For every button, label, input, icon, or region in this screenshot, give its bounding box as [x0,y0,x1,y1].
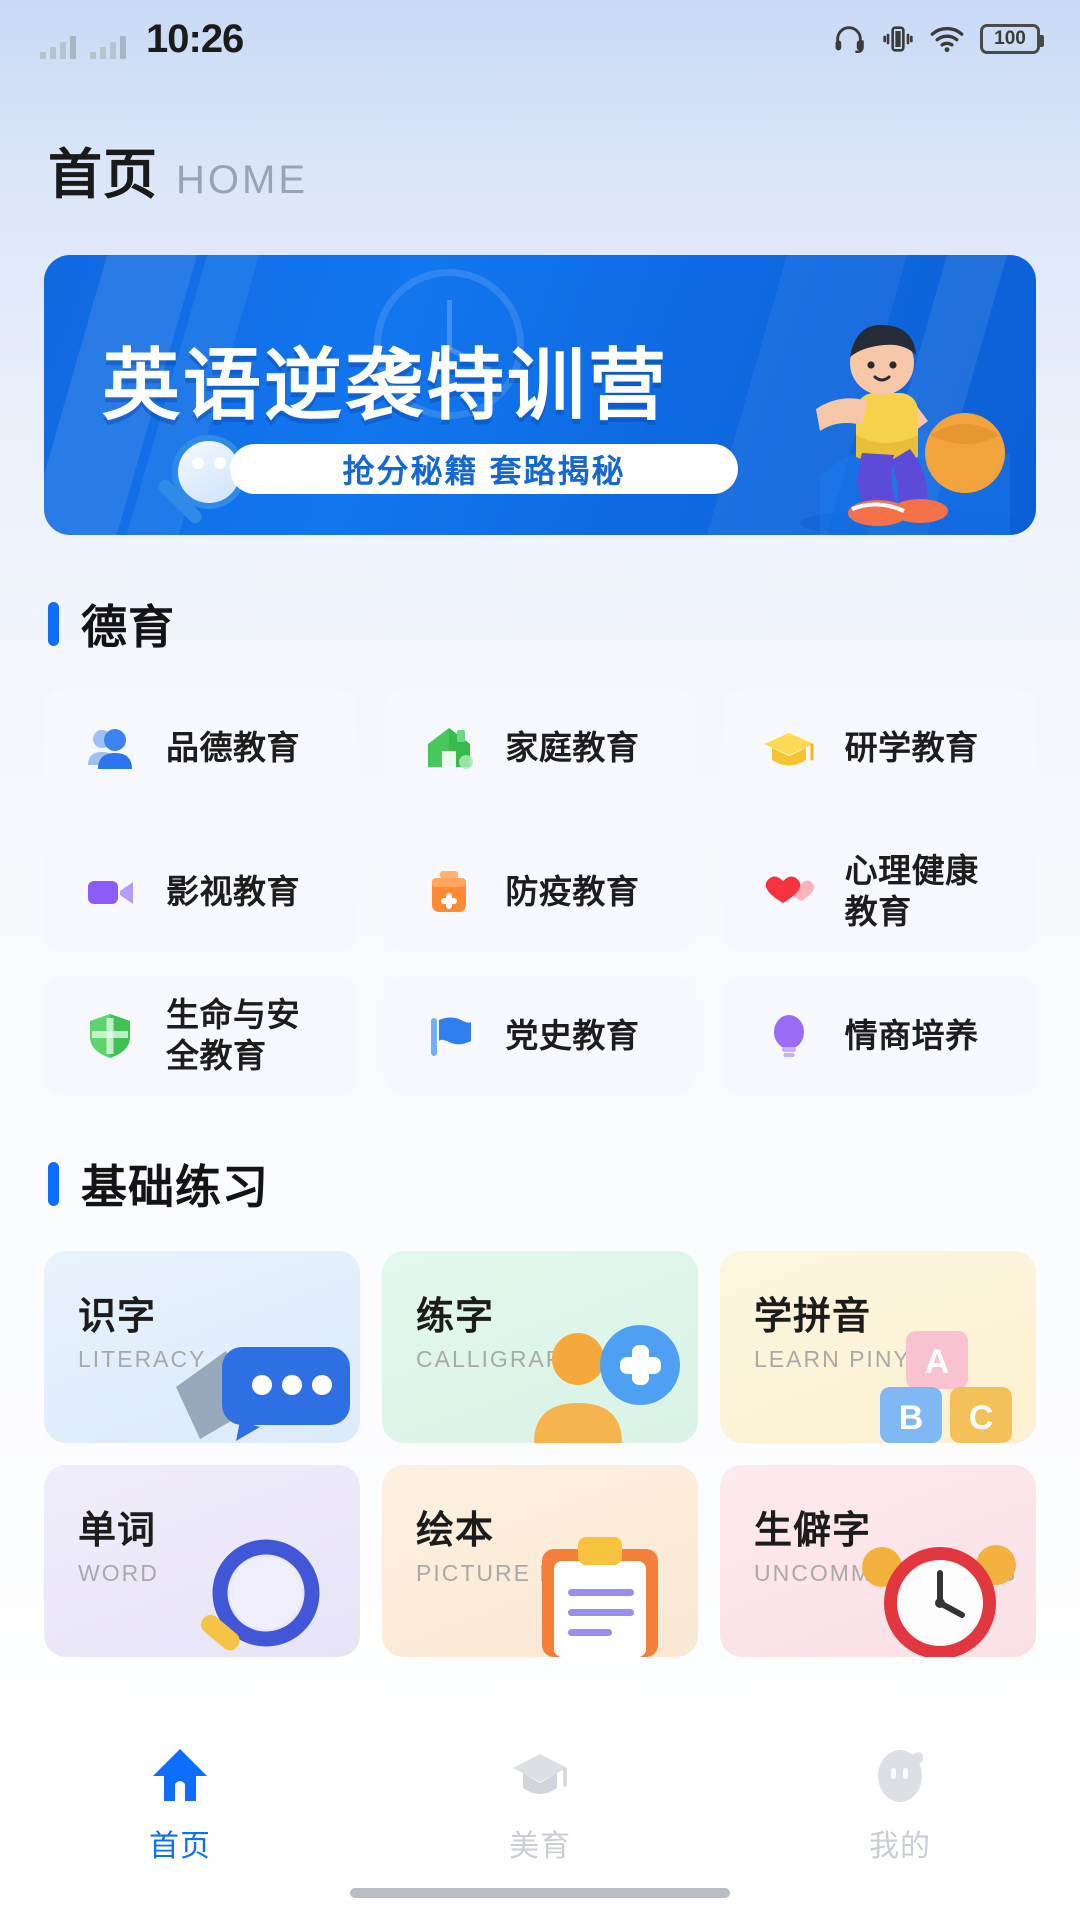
svg-text:B: B [899,1399,924,1437]
svg-text:A: A [925,1343,950,1381]
flag-icon [419,1006,479,1066]
battery-icon: 100 [980,24,1044,54]
tile-label: 研学教育 [844,728,979,766]
section-title: 德育 [81,601,175,653]
tile-label: 情商培养 [844,1016,979,1054]
headphone-icon [832,22,866,56]
tile-label: 家庭教育 [505,728,640,766]
tab-label: 我的 [869,1830,931,1863]
tile-eq-training[interactable]: 情商培养 [722,977,1036,1095]
medical-kit-icon [419,862,479,922]
card-word[interactable]: 单词 WORD [44,1465,360,1657]
card-calligraphy[interactable]: 练字 CALLIGRAPHY [382,1251,698,1443]
abc-blocks-art: A B C [880,1331,1012,1443]
tab-label: 首页 [149,1830,211,1863]
tab-label: 美育 [509,1830,571,1863]
tab-home[interactable]: 首页 [0,1746,360,1865]
banner-subtitle-pill: 抢分秘籍 套路揭秘 [230,444,738,494]
signal-bars-sim1-icon [40,33,76,59]
tile-mental-health[interactable]: 心理健康 教育 [722,833,1036,951]
virtue-tile-grid: 品德教育 家庭教育 研学教育 影视教育 防疫教育 心理健康 教育 生命与安 全教… [0,689,1080,1095]
person-plus-art [534,1325,680,1443]
tile-party-history[interactable]: 党史教育 [383,977,697,1095]
status-bar-right: 100 [832,22,1044,56]
status-bar-clock: 10:26 [146,17,244,61]
wifi-icon [930,25,964,53]
tile-moral-character[interactable]: 品德教育 [44,689,358,807]
shield-icon [80,1006,140,1066]
banner-subtitle-text: 抢分秘籍 套路揭秘 [342,453,626,489]
section-accent-bar [48,1162,59,1206]
card-picture-book[interactable]: 绘本 PICTURE BOOK [382,1465,698,1657]
graduation-cap-icon [759,718,819,778]
tile-label: 防疫教育 [505,872,640,910]
tile-film-education[interactable]: 影视教育 [44,833,358,951]
lightbulb-icon [759,1006,819,1066]
tab-profile[interactable]: 我的 [720,1746,1080,1865]
profile-icon [869,1746,931,1809]
tile-label: 影视教育 [166,872,300,910]
promo-banner[interactable]: 英语逆袭特训营 抢分秘籍 套路揭秘 [44,255,1036,535]
page-title-en: HOME [176,158,308,202]
tab-aesthetic-education[interactable]: 美育 [360,1746,720,1865]
status-bar: 10:26 100 [0,0,1080,78]
section-accent-bar [48,602,59,646]
tile-label: 品德教育 [166,728,300,766]
card-uncommon-words[interactable]: 生僻字 UNCOMMON WORDS [720,1465,1036,1657]
signal-bars-sim2-icon [90,33,126,59]
tile-family-education[interactable]: 家庭教育 [383,689,697,807]
house-icon [419,718,479,778]
banner-student-illustration [800,324,1020,535]
tile-label: 心理健康 教育 [844,852,979,930]
video-camera-icon [80,862,140,922]
page-title: 首页 HOME [0,78,1080,209]
status-bar-left: 10:26 [40,17,244,61]
hearts-icon [759,862,819,922]
practice-card-grid: 识字 LITERACY 练字 CALLIGRAPHY 学拼音 LEARN PIN… [0,1251,1080,1657]
svg-text:C: C [969,1399,994,1437]
graduation-cap-icon [509,1746,571,1809]
section-header-basic-practice: 基础练习 [0,1151,1080,1217]
people-icon [80,718,140,778]
tile-research-study[interactable]: 研学教育 [722,689,1036,807]
speech-bubble-art [176,1347,350,1441]
bottom-tab-bar: 首页 美育 我的 [0,1720,1080,1920]
clipboard-art [542,1537,658,1657]
tile-label: 党史教育 [505,1016,640,1054]
card-pinyin[interactable]: 学拼音 LEARN PINYIN A B C [720,1251,1036,1443]
home-indicator [350,1888,730,1898]
battery-level: 100 [994,28,1026,49]
page-title-cn: 首页 [48,145,158,205]
section-title: 基础练习 [81,1161,269,1213]
card-literacy[interactable]: 识字 LITERACY [44,1251,360,1443]
tile-life-safety[interactable]: 生命与安 全教育 [44,977,358,1095]
section-header-moral-education: 德育 [0,591,1080,657]
tile-epidemic-prevention[interactable]: 防疫教育 [383,833,697,951]
vibrate-icon [882,23,914,55]
alarm-clock-art [862,1545,1016,1657]
banner-title: 英语逆袭特训营 [102,341,670,431]
tile-label: 生命与安 全教育 [166,996,300,1074]
magnifier-art [201,1539,320,1651]
home-icon [149,1746,211,1809]
